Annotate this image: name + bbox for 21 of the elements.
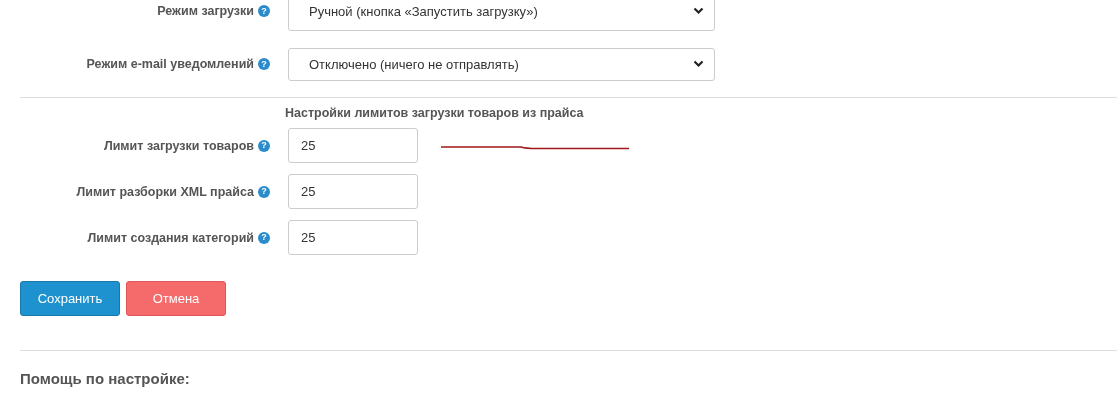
field-label: Лимит создания категорий xyxy=(87,230,254,245)
input-field[interactable]: 25 xyxy=(288,174,418,209)
field-label: Режим e-mail уведомлений xyxy=(86,57,254,71)
help-icon[interactable]: ? xyxy=(258,185,270,198)
help-icon[interactable]: ? xyxy=(258,58,270,70)
field-label: Режим загрузки xyxy=(157,4,254,18)
dropdown[interactable]: Отключено (ничего не отправлять) xyxy=(288,47,715,81)
dropdown[interactable]: Ручной (кнопка «Запустить загрузку») xyxy=(288,0,715,31)
input-field[interactable]: 25 xyxy=(288,128,418,163)
field-label: Лимит разборки XML прайса xyxy=(76,184,254,199)
help-icon[interactable]: ? xyxy=(258,139,270,152)
help-heading: Помощь по настройке: xyxy=(20,370,191,387)
save-button[interactable]: Сохранить xyxy=(20,281,120,316)
chevron-icon xyxy=(693,7,704,15)
input-field[interactable]: 25 xyxy=(288,220,418,255)
help-icon[interactable]: ? xyxy=(258,5,270,17)
chevron-icon xyxy=(693,60,704,68)
section-title: Настройки лимитов загрузки товаров из прайса xyxy=(285,106,585,120)
help-icon[interactable]: ? xyxy=(258,231,270,244)
field-label: Лимит загрузки товаров xyxy=(103,138,254,153)
cancel-button[interactable]: Отмена xyxy=(126,281,226,316)
